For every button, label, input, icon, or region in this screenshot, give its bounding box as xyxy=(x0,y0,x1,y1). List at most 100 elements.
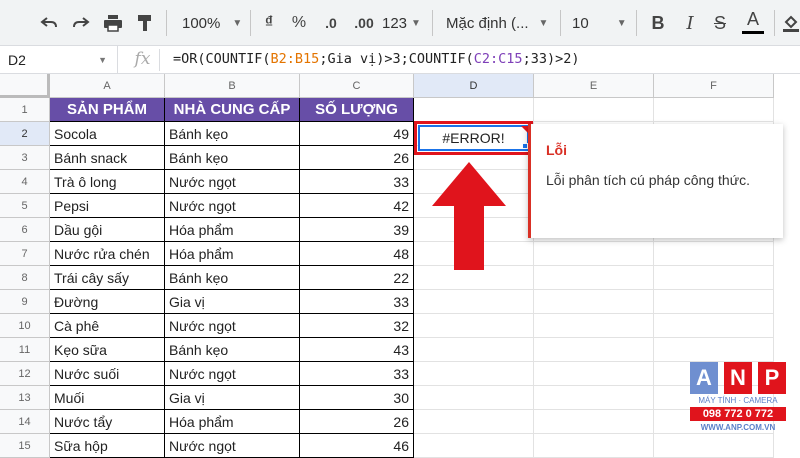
empty-cell[interactable] xyxy=(414,98,534,122)
empty-cell[interactable] xyxy=(534,434,654,458)
table-cell[interactable]: Nước ngọt xyxy=(165,434,300,458)
empty-cell[interactable] xyxy=(654,338,774,362)
active-cell-d2[interactable]: #ERROR! xyxy=(418,125,529,151)
table-cell[interactable]: 42 xyxy=(300,194,414,218)
empty-cell[interactable] xyxy=(534,386,654,410)
table-cell[interactable]: 22 xyxy=(300,266,414,290)
empty-cell[interactable] xyxy=(414,410,534,434)
print-icon[interactable] xyxy=(100,8,126,38)
table-cell[interactable]: Gia vị xyxy=(165,290,300,314)
name-box[interactable]: D2 ▼ xyxy=(0,46,118,74)
table-cell[interactable]: Sữa hộp xyxy=(50,434,165,458)
row-header-8[interactable]: 8 xyxy=(0,266,50,290)
empty-cell[interactable] xyxy=(534,362,654,386)
currency-button[interactable]: ₫ xyxy=(258,8,280,38)
table-cell[interactable]: Trái cây sấy xyxy=(50,266,165,290)
row-header-3[interactable]: 3 xyxy=(0,146,50,170)
row-header-12[interactable]: 12 xyxy=(0,362,50,386)
zoom-select[interactable]: 100% ▼ xyxy=(182,8,242,38)
table-cell[interactable]: 39 xyxy=(300,218,414,242)
row-header-4[interactable]: 4 xyxy=(0,170,50,194)
paint-format-icon[interactable] xyxy=(132,8,158,38)
column-header-d[interactable]: D xyxy=(414,74,534,98)
empty-cell[interactable] xyxy=(534,290,654,314)
empty-cell[interactable] xyxy=(654,266,774,290)
row-header-7[interactable]: 7 xyxy=(0,242,50,266)
table-header-cell[interactable]: SỐ LƯỢNG xyxy=(300,98,414,122)
formula-input[interactable]: =OR(COUNTIF(B2:B15;Gia vị)>3;COUNTIF(C2:… xyxy=(173,51,579,67)
table-cell[interactable]: 33 xyxy=(300,290,414,314)
table-cell[interactable]: Nước ngọt xyxy=(165,362,300,386)
table-cell[interactable]: Đường xyxy=(50,290,165,314)
empty-cell[interactable] xyxy=(534,266,654,290)
table-cell[interactable]: 32 xyxy=(300,314,414,338)
empty-cell[interactable] xyxy=(414,290,534,314)
table-cell[interactable]: 49 xyxy=(300,122,414,146)
table-cell[interactable]: Muối xyxy=(50,386,165,410)
table-cell[interactable]: Nước suối xyxy=(50,362,165,386)
table-cell[interactable]: Gia vị xyxy=(165,386,300,410)
column-header-f[interactable]: F xyxy=(654,74,774,98)
row-header-6[interactable]: 6 xyxy=(0,218,50,242)
table-cell[interactable]: 43 xyxy=(300,338,414,362)
text-color-button[interactable]: A xyxy=(742,8,764,34)
table-cell[interactable]: Hóa phẩm xyxy=(165,242,300,266)
empty-cell[interactable] xyxy=(414,362,534,386)
table-cell[interactable]: 46 xyxy=(300,434,414,458)
strikethrough-button[interactable]: S xyxy=(710,8,730,38)
table-cell[interactable]: Socola xyxy=(50,122,165,146)
table-cell[interactable]: Nước ngọt xyxy=(165,314,300,338)
row-header-9[interactable]: 9 xyxy=(0,290,50,314)
empty-cell[interactable] xyxy=(654,242,774,266)
table-cell[interactable]: Nước tẩy xyxy=(50,410,165,434)
empty-cell[interactable] xyxy=(534,242,654,266)
column-header-e[interactable]: E xyxy=(534,74,654,98)
table-cell[interactable]: Dầu gội xyxy=(50,218,165,242)
row-header-5[interactable]: 5 xyxy=(0,194,50,218)
empty-cell[interactable] xyxy=(654,314,774,338)
redo-icon[interactable] xyxy=(68,8,94,38)
table-cell[interactable]: Kẹo sữa xyxy=(50,338,165,362)
row-header-13[interactable]: 13 xyxy=(0,386,50,410)
empty-cell[interactable] xyxy=(534,338,654,362)
table-header-cell[interactable]: SẢN PHẨM xyxy=(50,98,165,122)
row-header-15[interactable]: 15 xyxy=(0,434,50,458)
table-cell[interactable]: Hóa phẩm xyxy=(165,218,300,242)
row-header-10[interactable]: 10 xyxy=(0,314,50,338)
empty-cell[interactable] xyxy=(654,98,774,122)
select-all-corner[interactable] xyxy=(0,74,50,98)
empty-cell[interactable] xyxy=(534,314,654,338)
empty-cell[interactable] xyxy=(414,434,534,458)
table-cell[interactable]: 26 xyxy=(300,410,414,434)
table-cell[interactable]: 30 xyxy=(300,386,414,410)
table-cell[interactable]: Bánh kẹo xyxy=(165,338,300,362)
row-header-14[interactable]: 14 xyxy=(0,410,50,434)
empty-cell[interactable] xyxy=(414,338,534,362)
column-header-c[interactable]: C xyxy=(300,74,414,98)
table-cell[interactable]: 26 xyxy=(300,146,414,170)
table-cell[interactable]: Bánh snack xyxy=(50,146,165,170)
table-cell[interactable]: Cà phê xyxy=(50,314,165,338)
italic-button[interactable]: I xyxy=(680,8,700,38)
font-select[interactable]: Mặc định (... ▼ xyxy=(446,8,554,38)
bold-button[interactable]: B xyxy=(648,8,668,38)
table-cell[interactable]: Nước rửa chén xyxy=(50,242,165,266)
percent-button[interactable]: % xyxy=(288,8,310,38)
table-cell[interactable]: Hóa phẩm xyxy=(165,410,300,434)
table-cell[interactable]: 33 xyxy=(300,170,414,194)
table-cell[interactable]: Bánh kẹo xyxy=(165,122,300,146)
table-cell[interactable]: 33 xyxy=(300,362,414,386)
column-header-a[interactable]: A xyxy=(50,74,165,98)
undo-icon[interactable] xyxy=(36,8,62,38)
table-cell[interactable]: Nước ngọt xyxy=(165,194,300,218)
empty-cell[interactable] xyxy=(414,386,534,410)
table-cell[interactable]: Trà ô long xyxy=(50,170,165,194)
row-header-11[interactable]: 11 xyxy=(0,338,50,362)
decrease-decimal-button[interactable]: .0 xyxy=(316,8,346,38)
empty-cell[interactable] xyxy=(534,98,654,122)
column-header-b[interactable]: B xyxy=(165,74,300,98)
table-header-cell[interactable]: NHÀ CUNG CẤP xyxy=(165,98,300,122)
row-header-2[interactable]: 2 xyxy=(0,122,50,146)
fill-color-icon[interactable] xyxy=(782,8,800,38)
increase-decimal-button[interactable]: .00 xyxy=(348,8,380,38)
